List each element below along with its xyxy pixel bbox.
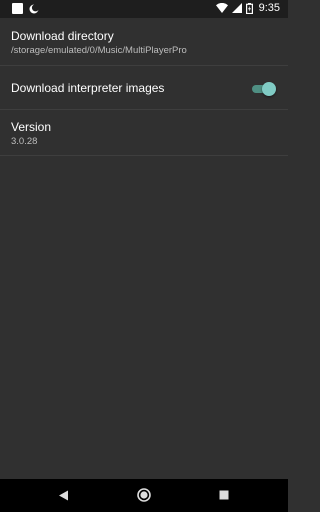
- pref-summary: 3.0.28: [11, 136, 38, 147]
- interpreter-images-toggle[interactable]: [252, 82, 276, 96]
- pref-title: Version: [11, 120, 52, 134]
- back-icon: [59, 490, 68, 500]
- status-bar: 9:35: [0, 0, 288, 18]
- back-button[interactable]: [56, 487, 72, 503]
- toggle-thumb: [262, 82, 276, 96]
- clock: 9:35: [258, 2, 280, 14]
- notification-square-icon: [12, 3, 23, 14]
- signal-icon: [231, 3, 242, 13]
- pref-download-directory[interactable]: Download directory /storage/emulated/0/M…: [0, 18, 288, 66]
- pref-title: Download interpreter images: [11, 81, 165, 95]
- pref-version[interactable]: Version 3.0.28: [0, 110, 288, 156]
- recents-icon: [219, 490, 229, 500]
- home-icon: [137, 488, 151, 502]
- settings-list: Download directory /storage/emulated/0/M…: [0, 18, 288, 479]
- home-button[interactable]: [136, 487, 152, 503]
- pref-title: Download directory: [11, 29, 114, 43]
- navigation-bar: [0, 479, 288, 512]
- pref-download-interpreter-images[interactable]: Download interpreter images: [0, 66, 288, 110]
- recents-button[interactable]: [216, 487, 232, 503]
- battery-icon: [245, 2, 253, 14]
- system-icons: 9:35: [215, 2, 280, 14]
- wifi-icon: [215, 3, 228, 13]
- moon-icon: [29, 3, 39, 13]
- notification-area: [12, 3, 39, 14]
- pref-summary: /storage/emulated/0/Music/MultiPlayerPro: [11, 45, 187, 56]
